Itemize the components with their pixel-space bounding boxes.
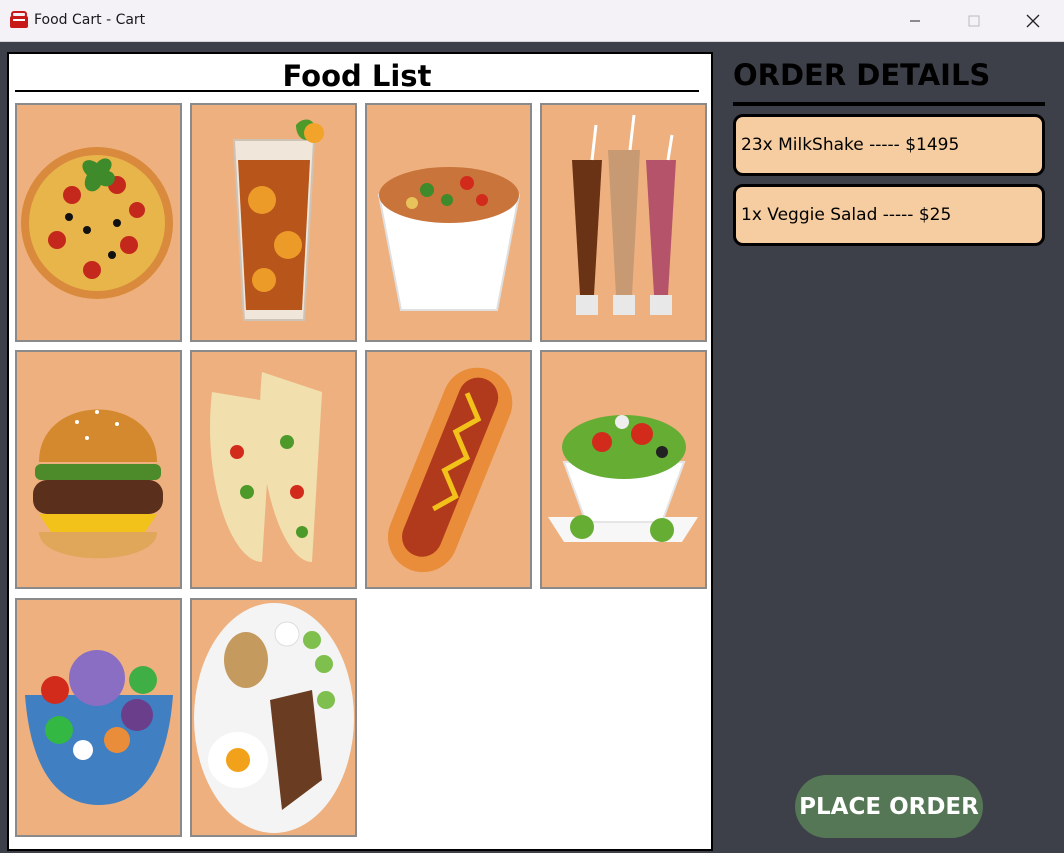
order-divider <box>733 102 1045 106</box>
order-details-title: ORDER DETAILS <box>733 58 991 92</box>
food-item-milkshake[interactable] <box>540 103 707 342</box>
food-item-hotdog[interactable] <box>365 350 532 589</box>
iced-tea-icon <box>232 119 324 321</box>
tacos-icon <box>210 372 322 562</box>
food-item-steak-plate[interactable] <box>190 598 357 837</box>
food-item-veggie-salad[interactable] <box>540 350 707 589</box>
title-bar: Food Cart - Cart <box>0 0 1064 42</box>
burger-icon <box>33 409 163 559</box>
close-button[interactable] <box>1004 0 1062 42</box>
dessert-bowl-icon <box>25 650 173 805</box>
food-item-tacos[interactable] <box>190 350 357 589</box>
minimize-icon <box>910 20 920 22</box>
basket-icon <box>9 10 29 30</box>
food-item-burger[interactable] <box>15 350 182 589</box>
hotdog-icon <box>387 367 513 573</box>
maximize-button[interactable] <box>945 0 1003 42</box>
minimize-button[interactable] <box>886 0 944 42</box>
place-order-button[interactable]: PLACE ORDER <box>795 775 983 838</box>
food-item-pasta[interactable] <box>365 103 532 342</box>
food-item-iced-tea[interactable] <box>190 103 357 342</box>
food-list-panel: Food List <box>7 52 713 851</box>
food-item-pizza[interactable] <box>15 103 182 342</box>
maximize-icon <box>968 15 980 27</box>
pasta-bowl-icon <box>377 167 521 311</box>
milkshake-icon <box>572 114 676 315</box>
window-title: Food Cart - Cart <box>34 12 146 28</box>
steak-plate-icon <box>194 603 354 833</box>
order-item[interactable]: 1x Veggie Salad ----- $25 <box>733 184 1045 246</box>
food-item-dessert[interactable] <box>15 598 182 837</box>
veggie-salad-icon <box>548 415 698 542</box>
pizza-icon <box>21 147 173 299</box>
food-list-title: Food List <box>15 58 699 93</box>
order-item[interactable]: 23x MilkShake ----- $1495 <box>733 114 1045 176</box>
close-icon <box>1026 14 1040 28</box>
